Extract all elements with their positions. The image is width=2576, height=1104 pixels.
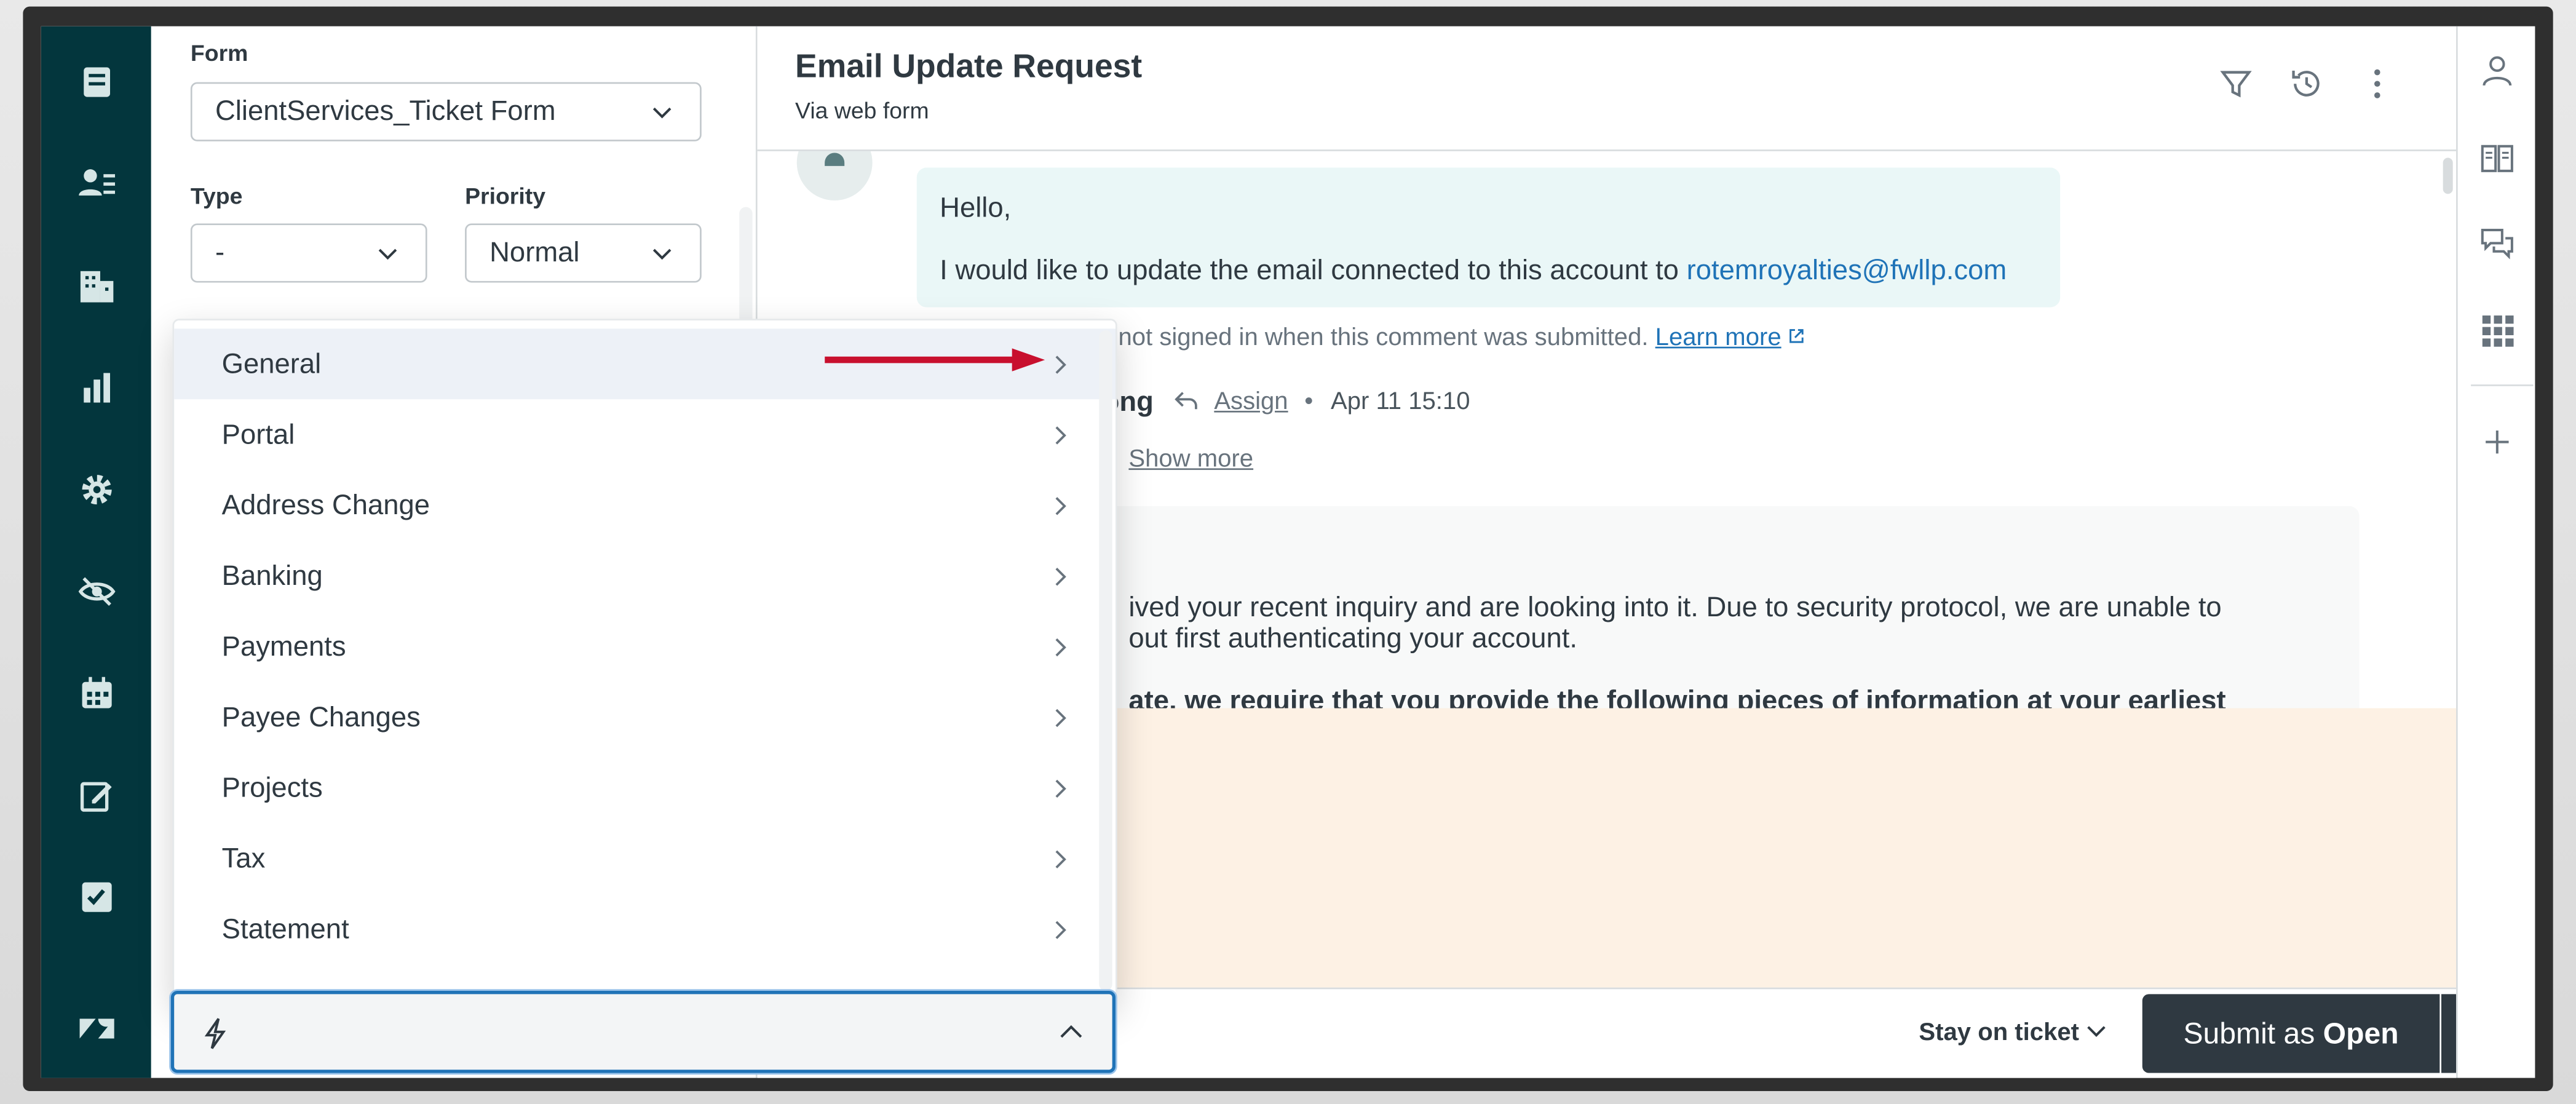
hidden-eye-icon[interactable] bbox=[41, 562, 151, 621]
knowledge-book-icon[interactable] bbox=[2479, 140, 2515, 176]
meta-separator: • bbox=[1304, 387, 1314, 416]
organizations-icon[interactable] bbox=[41, 256, 151, 316]
reply-line-2: out first authenticating your account. bbox=[1128, 622, 1578, 654]
menu-item-label: Tax bbox=[221, 842, 266, 873]
chevron-right-icon bbox=[1055, 568, 1066, 586]
menu-item-label: General bbox=[221, 347, 322, 379]
customer-message-bubble: Hello, I would like to update the email … bbox=[916, 167, 2061, 308]
add-icon[interactable] bbox=[2479, 424, 2515, 460]
zendesk-logo-icon[interactable] bbox=[41, 999, 151, 1058]
chevron-right-icon bbox=[1055, 426, 1066, 445]
assign-link[interactable]: Assign bbox=[1214, 387, 1288, 415]
external-link-icon bbox=[1790, 329, 1804, 343]
menu-item-label: Portal bbox=[221, 418, 295, 450]
macro-menu-item-address-change[interactable]: Address Change bbox=[174, 470, 1116, 541]
ticket-channel: Via web form bbox=[795, 97, 929, 124]
macro-menu-item-payee-changes[interactable]: Payee Changes bbox=[174, 682, 1116, 753]
reporting-icon[interactable] bbox=[41, 358, 151, 417]
chevron-down-icon bbox=[652, 248, 672, 260]
chevron-up-icon[interactable] bbox=[1060, 1023, 1082, 1040]
annotation-arrow-icon bbox=[825, 348, 1045, 371]
priority-select-value: Normal bbox=[489, 236, 580, 268]
show-more-link[interactable]: Show more bbox=[1128, 445, 1253, 473]
chevron-down-icon bbox=[652, 107, 672, 119]
menu-item-label: Payments bbox=[221, 630, 346, 662]
message-timestamp: Apr 11 15:10 bbox=[1330, 387, 1470, 416]
chevron-right-icon bbox=[1055, 921, 1066, 939]
submit-button[interactable]: Submit as Open bbox=[2142, 994, 2440, 1073]
conversation-scrollbar[interactable] bbox=[2443, 157, 2453, 194]
apply-macro-input[interactable] bbox=[170, 990, 1116, 1073]
submit-prefix: Submit as bbox=[2183, 1016, 2323, 1049]
form-label: Form bbox=[190, 39, 248, 66]
reply-arrow-icon bbox=[1175, 392, 1197, 410]
chevron-right-icon bbox=[1055, 779, 1066, 798]
stay-on-ticket-dropdown[interactable]: Stay on ticket bbox=[1919, 1019, 2106, 1047]
message-greeting: Hello, bbox=[940, 192, 1012, 224]
macro-menu-item-projects[interactable]: Projects bbox=[174, 753, 1116, 824]
chevron-right-icon bbox=[1055, 355, 1066, 374]
more-vertical-icon[interactable] bbox=[2359, 66, 2395, 102]
rail-divider bbox=[2471, 384, 2534, 386]
menu-scrollbar[interactable] bbox=[1099, 330, 1112, 991]
signin-note: s not signed in when this comment was su… bbox=[1099, 324, 1806, 352]
views-icon[interactable] bbox=[41, 52, 151, 111]
chevron-right-icon bbox=[1055, 709, 1066, 728]
checklist-icon[interactable] bbox=[41, 868, 151, 927]
admin-gear-icon[interactable] bbox=[41, 460, 151, 519]
type-select-value: - bbox=[215, 236, 225, 268]
form-select-value: ClientServices_Ticket Form bbox=[215, 95, 556, 127]
context-rail bbox=[2456, 26, 2535, 1078]
message-body-text: I would like to update the email connect… bbox=[940, 255, 1687, 286]
submit-status: Open bbox=[2323, 1016, 2399, 1049]
menu-item-label: Banking bbox=[221, 559, 323, 591]
menu-item-label: Statement bbox=[221, 913, 349, 944]
form-select[interactable]: ClientServices_Ticket Form bbox=[190, 82, 702, 141]
macro-menu-item-payments[interactable]: Payments bbox=[174, 611, 1116, 682]
chevron-down-icon bbox=[2087, 1026, 2105, 1037]
menu-item-label: Address Change bbox=[221, 488, 430, 520]
chevron-right-icon bbox=[1055, 497, 1066, 515]
macro-menu-item-statement[interactable]: Statement bbox=[174, 894, 1116, 964]
learn-more-link[interactable]: Learn more bbox=[1655, 324, 1781, 351]
menu-item-label: Projects bbox=[221, 771, 323, 803]
type-select[interactable]: - bbox=[190, 223, 427, 283]
message-body: I would like to update the email connect… bbox=[940, 255, 2007, 287]
ticket-header: Email Update Request Via web form bbox=[757, 26, 2457, 151]
lightning-bolt-icon bbox=[204, 1018, 226, 1049]
macro-menu-item-tax[interactable]: Tax bbox=[174, 823, 1116, 894]
edit-icon[interactable] bbox=[41, 766, 151, 825]
chevron-right-icon bbox=[1055, 850, 1066, 868]
conversations-icon[interactable] bbox=[2479, 225, 2515, 261]
stay-on-ticket-label: Stay on ticket bbox=[1919, 1019, 2079, 1047]
ticket-title: Email Update Request bbox=[795, 49, 1143, 85]
macro-menu: General Portal Address Change Banking Pa… bbox=[172, 319, 1117, 1003]
customers-icon[interactable] bbox=[41, 153, 151, 212]
user-icon[interactable] bbox=[2479, 52, 2515, 89]
menu-item-label: Payee Changes bbox=[221, 701, 421, 733]
priority-select[interactable]: Normal bbox=[465, 223, 702, 283]
history-icon[interactable] bbox=[2289, 66, 2325, 102]
macro-menu-item-banking[interactable]: Banking bbox=[174, 541, 1116, 611]
left-navigation bbox=[41, 26, 151, 1078]
chevron-right-icon bbox=[1055, 638, 1066, 657]
type-label: Type bbox=[190, 182, 243, 209]
apps-grid-icon[interactable] bbox=[2479, 312, 2515, 349]
calendar-icon[interactable] bbox=[41, 664, 151, 723]
filter-icon[interactable] bbox=[2218, 66, 2254, 102]
chevron-down-icon bbox=[378, 248, 397, 260]
app-window: Form ClientServices_Ticket Form Type - P… bbox=[41, 26, 2535, 1078]
signin-note-text: s not signed in when this comment was su… bbox=[1099, 324, 1649, 352]
message-email-link[interactable]: rotemroyalties@fwllp.com bbox=[1687, 255, 2007, 286]
priority-label: Priority bbox=[465, 182, 546, 209]
macro-menu-item-portal[interactable]: Portal bbox=[174, 399, 1116, 470]
reply-line-1: ived your recent inquiry and are looking… bbox=[1128, 591, 2222, 623]
